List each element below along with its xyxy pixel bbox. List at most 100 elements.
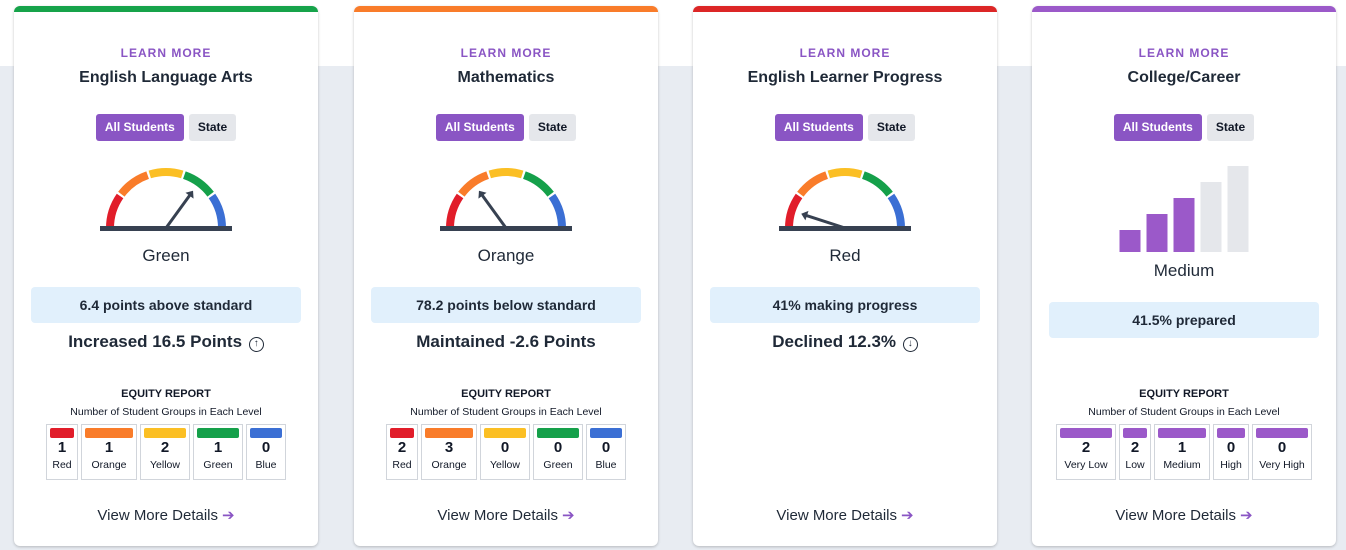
- level-bar: [1227, 166, 1249, 252]
- equity-cell: 1 Orange: [81, 424, 137, 480]
- details-label: View More Details: [437, 507, 559, 524]
- status-box: 78.2 points below standard: [371, 287, 641, 323]
- indicator-card-ela: LEARN MORE English Language Arts All Stu…: [14, 6, 318, 546]
- equity-count: 2: [397, 439, 407, 456]
- equity-label: High: [1220, 459, 1242, 471]
- gauge-segment: [106, 193, 124, 229]
- card-title: Mathematics: [457, 69, 555, 86]
- gauge-needle: [164, 194, 192, 230]
- gauge-base: [440, 226, 572, 231]
- all-students-button[interactable]: All Students: [435, 114, 524, 141]
- view-more-details-link[interactable]: View More Details ➔: [14, 506, 318, 524]
- gauge-segment: [118, 171, 150, 197]
- gauge-segment: [182, 171, 214, 197]
- gauge-segment: [488, 168, 524, 179]
- learn-more-link[interactable]: LEARN MORE: [1032, 46, 1336, 60]
- all-students-button[interactable]: All Students: [95, 114, 184, 141]
- equity-color-bar: [1256, 428, 1308, 438]
- learn-more-link[interactable]: LEARN MORE: [14, 46, 318, 60]
- equity-report-subtitle: Number of Student Groups in Each Level: [410, 406, 602, 418]
- equity-cell: 1 Green: [193, 424, 243, 480]
- performance-level: Green: [142, 246, 190, 265]
- card-title: College/Career: [1127, 69, 1241, 86]
- change-text: Declined 12.3% ↓: [693, 332, 997, 352]
- equity-count: 0: [261, 439, 271, 456]
- status-box: 41.5% prepared: [1049, 302, 1319, 338]
- indicator-card-math: LEARN MORE Mathematics All Students Stat…: [354, 6, 658, 546]
- view-more-details-link[interactable]: View More Details ➔: [354, 506, 658, 524]
- equity-cell: 2 Red: [386, 424, 418, 480]
- change-text: Maintained -2.6 Points: [354, 332, 658, 352]
- equity-count: 2: [1130, 439, 1140, 456]
- equity-label: Orange: [431, 459, 467, 471]
- change-label: Maintained -2.6 Points: [416, 332, 596, 351]
- gauge-segment: [827, 168, 863, 179]
- equity-report: 1 Red 1 Orange 2 Yellow 1 Green 0 Blue: [14, 424, 318, 480]
- equity-count: 0: [1226, 439, 1236, 456]
- equity-count: 1: [104, 439, 114, 456]
- arrow-right-icon: ➔: [222, 507, 235, 524]
- equity-color-bar: [590, 428, 622, 438]
- details-label: View More Details: [1115, 507, 1237, 524]
- equity-color-bar: [197, 428, 239, 438]
- learn-more-link[interactable]: LEARN MORE: [693, 46, 997, 60]
- gauge-segment: [797, 171, 829, 197]
- gauge-segment: [548, 193, 566, 229]
- gauge-segment: [148, 168, 184, 179]
- equity-cell: 0 Yellow: [480, 424, 530, 480]
- view-more-details-link[interactable]: View More Details ➔: [1032, 506, 1336, 524]
- equity-report-title: EQUITY REPORT: [461, 388, 551, 400]
- gauge-base: [100, 226, 232, 231]
- all-students-button[interactable]: All Students: [1113, 114, 1202, 141]
- equity-color-bar: [1158, 428, 1206, 438]
- equity-cell: 1 Red: [46, 424, 78, 480]
- equity-count: 0: [601, 439, 611, 456]
- equity-label: Very High: [1259, 459, 1305, 471]
- gauge-segment: [861, 171, 893, 197]
- student-group-toggle: All Students State: [354, 114, 658, 141]
- equity-report: 2 Red 3 Orange 0 Yellow 0 Green 0 Blue: [354, 424, 658, 480]
- performance-level: Medium: [1153, 261, 1215, 280]
- arrow-right-icon: ➔: [562, 507, 575, 524]
- change-text: Increased 16.5 Points ↑: [14, 332, 318, 352]
- equity-count: 0: [553, 439, 563, 456]
- equity-label: Very Low: [1064, 459, 1108, 471]
- equity-color-bar: [250, 428, 282, 438]
- state-button[interactable]: State: [188, 114, 237, 141]
- equity-label: Red: [392, 459, 412, 471]
- equity-label: Blue: [595, 459, 617, 471]
- equity-count: 1: [213, 439, 223, 456]
- view-more-details-link[interactable]: View More Details ➔: [693, 506, 997, 524]
- equity-count: 1: [1177, 439, 1187, 456]
- card-title: English Learner Progress: [747, 69, 943, 86]
- equity-cell: 1 Medium: [1154, 424, 1210, 480]
- student-group-toggle: All Students State: [1032, 114, 1336, 141]
- state-button[interactable]: State: [528, 114, 577, 141]
- equity-cell: 0 High: [1213, 424, 1249, 480]
- equity-label: Yellow: [490, 459, 520, 471]
- equity-label: Yellow: [150, 459, 180, 471]
- all-students-button[interactable]: All Students: [774, 114, 863, 141]
- equity-count: 0: [500, 439, 510, 456]
- equity-label: Orange: [91, 459, 127, 471]
- level-bar: [1119, 230, 1141, 252]
- details-label: View More Details: [97, 507, 219, 524]
- student-group-toggle: All Students State: [693, 114, 997, 141]
- equity-color-bar: [1060, 428, 1112, 438]
- equity-cell: 0 Green: [533, 424, 583, 480]
- gauge-segment: [887, 193, 905, 229]
- equity-color-bar: [425, 428, 473, 438]
- equity-cell: 3 Orange: [421, 424, 477, 480]
- state-button[interactable]: State: [1206, 114, 1255, 141]
- status-box: 6.4 points above standard: [31, 287, 301, 323]
- gauge-needle: [480, 194, 508, 230]
- equity-label: Blue: [255, 459, 277, 471]
- equity-color-bar: [390, 428, 414, 438]
- state-button[interactable]: State: [867, 114, 916, 141]
- learn-more-link[interactable]: LEARN MORE: [354, 46, 658, 60]
- equity-count: 2: [160, 439, 170, 456]
- equity-color-bar: [85, 428, 133, 438]
- change-label: Increased 16.5 Points: [68, 332, 243, 351]
- equity-label: Green: [543, 459, 573, 471]
- equity-label: Low: [1125, 459, 1145, 471]
